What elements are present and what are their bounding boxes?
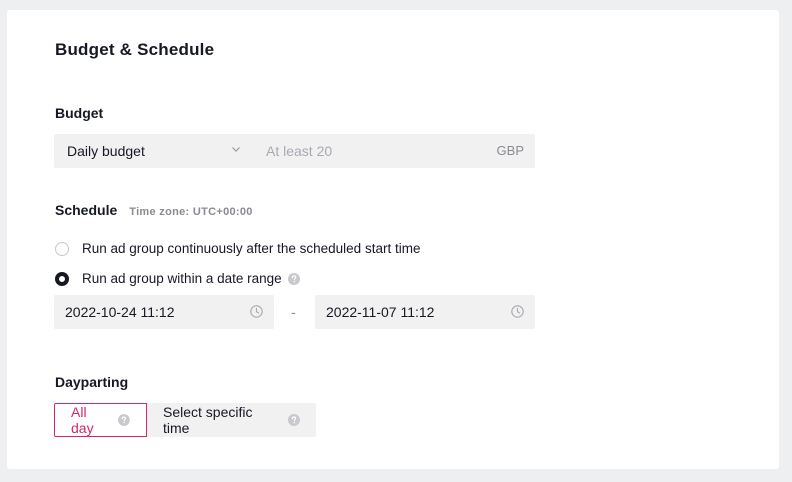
- radio-button-unchecked[interactable]: [55, 241, 69, 256]
- radio-run-date-range[interactable]: Run ad group within a date range: [55, 271, 300, 286]
- start-date-value: 2022-10-24 11:12: [65, 304, 175, 320]
- budget-amount-input[interactable]: [254, 134, 486, 168]
- budget-label: Budget: [55, 105, 104, 121]
- radio-run-continuously[interactable]: Run ad group continuously after the sche…: [55, 241, 420, 256]
- date-range-separator: -: [291, 304, 296, 320]
- help-icon[interactable]: [287, 272, 300, 285]
- specific-time-label: Select specific time: [163, 404, 253, 436]
- all-day-label: All day: [71, 404, 94, 436]
- budget-type-select[interactable]: Daily budget: [54, 134, 249, 168]
- currency-label: GBP: [496, 143, 524, 158]
- help-icon[interactable]: [288, 414, 300, 426]
- radio-label-date-range: Run ad group within a date range: [82, 271, 282, 286]
- dayparting-segmented-control: All day Select specific time: [54, 403, 316, 437]
- help-icon[interactable]: [118, 414, 130, 426]
- dayparting-specific-time-button[interactable]: Select specific time: [147, 403, 316, 437]
- budget-row: Daily budget GBP: [54, 134, 535, 168]
- start-date-field[interactable]: 2022-10-24 11:12: [54, 295, 274, 329]
- dayparting-label: Dayparting: [55, 374, 129, 390]
- budget-schedule-card: Budget & Schedule Budget Daily budget GB…: [7, 10, 779, 469]
- clock-icon: [250, 305, 263, 318]
- radio-button-checked[interactable]: [55, 271, 69, 286]
- page-title: Budget & Schedule: [55, 40, 215, 59]
- schedule-header: Schedule Time zone: UTC+00:00: [55, 202, 253, 218]
- schedule-label: Schedule: [55, 202, 118, 218]
- end-date-value: 2022-11-07 11:12: [326, 304, 435, 320]
- timezone-label: Time zone: UTC+00:00: [129, 206, 253, 218]
- end-date-field[interactable]: 2022-11-07 11:12: [315, 295, 535, 329]
- dayparting-all-day-button[interactable]: All day: [54, 403, 147, 437]
- clock-icon: [511, 305, 524, 318]
- chevron-down-icon: [232, 147, 240, 152]
- radio-label-continuous: Run ad group continuously after the sche…: [82, 241, 421, 256]
- budget-type-value: Daily budget: [67, 143, 145, 159]
